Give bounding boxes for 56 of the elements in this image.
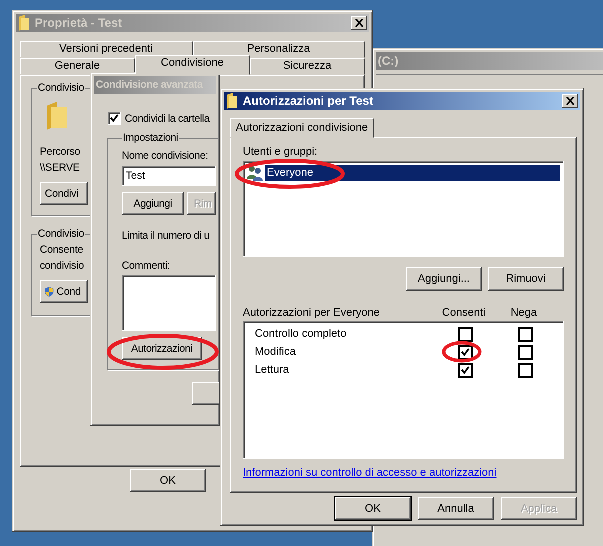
group-title: Condivisio <box>37 228 86 240</box>
tab[interactable]: Sicurezza <box>250 58 365 75</box>
permission-name: Controllo completo <box>255 328 347 340</box>
dialog-button[interactable]: Annulla <box>418 497 494 520</box>
users-icon <box>247 165 263 181</box>
checkbox[interactable] <box>108 112 121 125</box>
limit-label: Limita il numero di u <box>122 230 210 242</box>
users-label: Utenti e gruppi: <box>243 146 318 158</box>
allow-checkbox[interactable] <box>458 344 472 360</box>
ok-button[interactable]: OK <box>130 469 206 492</box>
user-button[interactable]: Aggiungi... <box>406 267 482 291</box>
tab[interactable]: Autorizzazioni condivisione <box>230 118 374 138</box>
group-title: Condivisio <box>37 82 86 94</box>
close-icon <box>354 19 364 27</box>
dialog-button[interactable]: OK <box>335 497 411 520</box>
share-button[interactable]: Cond <box>40 280 88 303</box>
group-text: Percorso <box>40 145 80 160</box>
window-title: Autorizzazioni per Test <box>243 94 374 108</box>
deny-checkbox[interactable] <box>518 344 532 360</box>
folder-icon <box>45 102 69 130</box>
checkbox-label: Condividi la cartella <box>125 112 210 124</box>
dialog-button[interactable] <box>192 382 219 405</box>
share-name-field[interactable]: Test <box>122 166 216 186</box>
close-button[interactable] <box>562 94 578 108</box>
window-title: (C:) <box>378 54 399 68</box>
tab[interactable]: Generale <box>20 58 135 75</box>
column-header: Consenti <box>441 307 487 319</box>
tab[interactable]: Versioni precedenti <box>20 41 192 58</box>
help-link[interactable]: Informazioni su controllo di accesso e autorizzazioni <box>243 467 497 479</box>
field-label: Nome condivisione: <box>122 150 208 162</box>
deny-checkbox[interactable] <box>518 326 532 342</box>
user-button[interactable]: Rimuovi <box>488 267 564 291</box>
field-label: Commenti: <box>122 260 170 272</box>
comments-field[interactable] <box>122 275 216 331</box>
tab[interactable]: Personalizza <box>192 41 365 58</box>
folder-icon <box>226 93 238 109</box>
allow-checkbox[interactable] <box>458 362 472 378</box>
close-icon <box>566 97 574 105</box>
folder-icon <box>18 15 30 31</box>
allow-checkbox[interactable] <box>458 326 472 342</box>
deny-checkbox[interactable] <box>518 362 532 378</box>
share-button[interactable]: Condivi <box>40 182 88 205</box>
group-text: Consente <box>40 243 84 258</box>
settings-button[interactable]: Aggiungi <box>122 192 184 215</box>
group-title: Impostazioni <box>122 132 180 144</box>
check-icon <box>110 114 119 123</box>
permission-name: Lettura <box>255 364 290 376</box>
permissions-label: Autorizzazioni per Everyone <box>243 307 380 319</box>
tab[interactable]: Condivisione <box>135 55 250 75</box>
annotation-ellipse <box>442 341 482 363</box>
group-text: \\SERVE <box>40 161 80 176</box>
permission-name: Modifica <box>255 346 296 358</box>
column-header: Nega <box>510 307 538 319</box>
user-item[interactable]: Everyone <box>265 165 560 181</box>
group-text: condivisio <box>40 259 84 274</box>
window-title: Proprietà - Test <box>35 16 122 30</box>
